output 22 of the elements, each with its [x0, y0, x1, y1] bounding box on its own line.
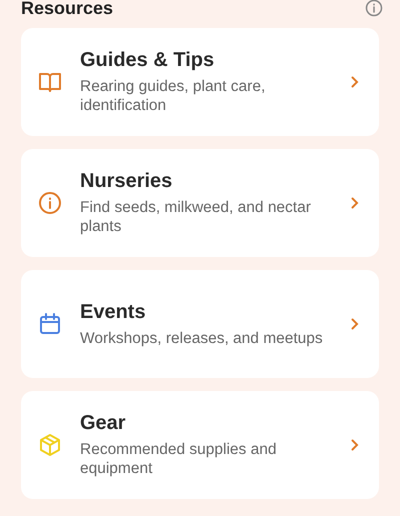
resource-card[interactable]: Guides & Tips Rearing guides, plant care, identification	[21, 28, 379, 136]
calendar-icon	[38, 312, 62, 336]
card-title: Nurseries	[80, 170, 174, 193]
info-icon[interactable]	[365, 0, 383, 17]
chevron-right-icon	[351, 439, 359, 451]
card-description: Recommended supplies and equipment	[80, 440, 278, 478]
info-icon	[38, 191, 62, 215]
resource-card[interactable]: Gear Recommended supplies and equipment	[21, 391, 379, 499]
card-description: Workshops, releases, and meetups	[80, 328, 324, 348]
section-title: Resources	[21, 0, 114, 16]
resource-card[interactable]: Nurseries Find seeds, milkweed, and nectar plants	[21, 149, 379, 257]
card-title: Guides & Tips	[80, 49, 216, 72]
card-description: Rearing guides, plant care, identification	[80, 77, 266, 115]
card-title: Gear	[80, 412, 127, 435]
card-description: Find seeds, milkweed, and nectar plants	[80, 198, 312, 236]
resource-card[interactable]: Events Workshops, releases, and meetups	[21, 270, 379, 378]
chevron-right-icon	[351, 197, 359, 209]
book-icon	[38, 70, 62, 94]
chevron-right-icon	[351, 76, 359, 88]
card-title: Events	[80, 300, 147, 324]
chevron-right-icon	[351, 318, 359, 330]
box-icon	[38, 433, 62, 457]
